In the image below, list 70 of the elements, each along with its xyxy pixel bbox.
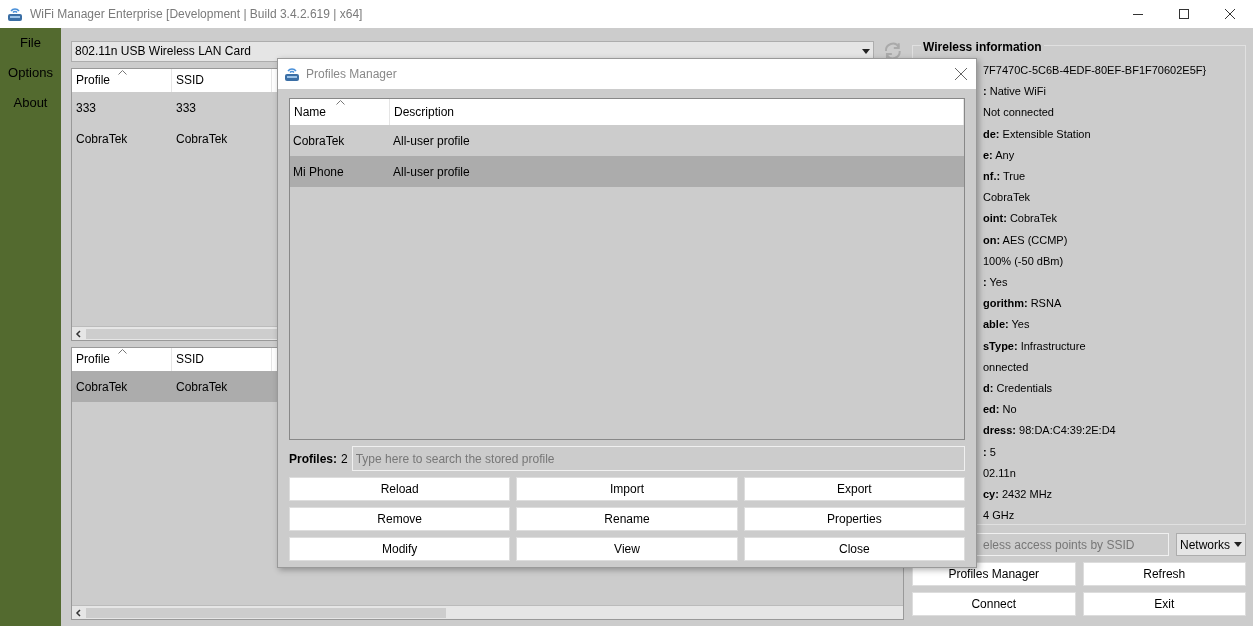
dialog-button[interactable]: Modify	[289, 537, 511, 561]
scrollbar-thumb[interactable]	[86, 607, 446, 618]
table-cell-text: CobraTek	[292, 132, 346, 150]
dialog-title: Profiles Manager	[306, 66, 397, 83]
info-line: CobraTek	[983, 190, 1032, 206]
table-cell-text: 333	[75, 99, 98, 117]
table-cell-text: All-user profile	[392, 132, 471, 150]
info-line: : 5	[983, 444, 997, 460]
info-line: able: Yes	[983, 317, 1031, 333]
table-cell-text: CobraTek	[75, 130, 129, 148]
info-line: sType: Infrastructure	[983, 338, 1087, 354]
dialog-button[interactable]: Remove	[289, 507, 511, 531]
sort-icon	[118, 349, 127, 354]
info-line: cy: 2432 MHz	[983, 487, 1054, 503]
close-icon	[1225, 9, 1235, 19]
info-line: 7F7470C-5C6B-4EDF-80EF-BF1F70602E5F}	[983, 63, 1208, 78]
list-row[interactable]: Mi Phone All-user profile	[290, 156, 964, 187]
maximize-icon	[1179, 9, 1189, 19]
dropdown-caret-icon	[862, 48, 871, 54]
column-header[interactable]: Profile	[72, 69, 172, 92]
list-row[interactable]: CobraTek All-user profile	[290, 125, 964, 156]
minimize-icon	[1133, 13, 1143, 15]
info-line: e: Any	[983, 147, 1016, 163]
info-line: nf.: True	[983, 169, 1027, 184]
column-header[interactable]: SSID	[172, 69, 272, 92]
sort-icon	[118, 70, 127, 75]
info-line: 02.11n	[983, 465, 1017, 481]
info-line: dress: 98:DA:C4:39:2E:D4	[983, 423, 1117, 439]
profiles-count: 2	[341, 450, 348, 468]
networks-dropdown[interactable]: Networks	[1176, 533, 1246, 556]
table-cell-text: All-user profile	[392, 163, 471, 181]
table-cell-text: CobraTek	[175, 130, 229, 148]
action-button[interactable]: Exit	[1082, 592, 1246, 616]
action-button[interactable]: Profiles Manager	[912, 562, 1076, 586]
info-line: Not connected	[983, 105, 1055, 121]
window-title: WiFi Manager Enterprise [Development | Build 3.4.2.619 | x64]	[30, 6, 363, 23]
action-button[interactable]: Connect	[912, 592, 1076, 616]
profiles-count-label: Profiles:	[289, 450, 337, 468]
sort-icon	[336, 100, 345, 105]
column-header[interactable]: Name	[290, 99, 390, 125]
dialog-button[interactable]: Import	[516, 477, 738, 501]
info-line: : Yes	[983, 275, 1009, 291]
close-icon	[955, 68, 967, 80]
info-line: onnected	[983, 359, 1030, 375]
info-line: 100% (-50 dBm)	[983, 253, 1065, 269]
table-cell-text: 333	[175, 99, 198, 117]
info-line: : Native WiFi	[983, 84, 1047, 100]
info-line: d: Credentials	[983, 381, 1054, 397]
app-icon	[6, 6, 24, 22]
dialog-button[interactable]: Rename	[516, 507, 738, 531]
info-line: on: AES (CCMP)	[983, 232, 1069, 248]
dialog-icon	[283, 66, 301, 82]
info-line: ed: No	[983, 402, 1018, 418]
table-cell-text: Mi Phone	[292, 163, 345, 181]
horizontal-scrollbar[interactable]	[72, 605, 903, 619]
action-button[interactable]: Refresh	[1082, 562, 1246, 586]
info-line: 4 GHz	[983, 508, 1016, 524]
info-line: gorithm: RSNA	[983, 296, 1063, 312]
dialog-button[interactable]: Reload	[289, 477, 511, 501]
table-cell-text: CobraTek	[75, 378, 129, 396]
dropdown-caret-icon	[1234, 542, 1242, 547]
dialog-button[interactable]: Export	[743, 477, 965, 501]
dialog-button[interactable]: Properties	[743, 507, 965, 531]
dialog-button[interactable]: View	[516, 537, 738, 561]
info-line: de: Extensible Station	[983, 126, 1092, 142]
table-cell-text: CobraTek	[175, 378, 229, 396]
info-line: oint: CobraTek	[983, 211, 1058, 227]
column-header[interactable]: Description	[390, 99, 964, 125]
profile-search-field[interactable]: Type here to search the stored profile	[351, 446, 965, 471]
dialog-button[interactable]: Close	[743, 537, 965, 561]
